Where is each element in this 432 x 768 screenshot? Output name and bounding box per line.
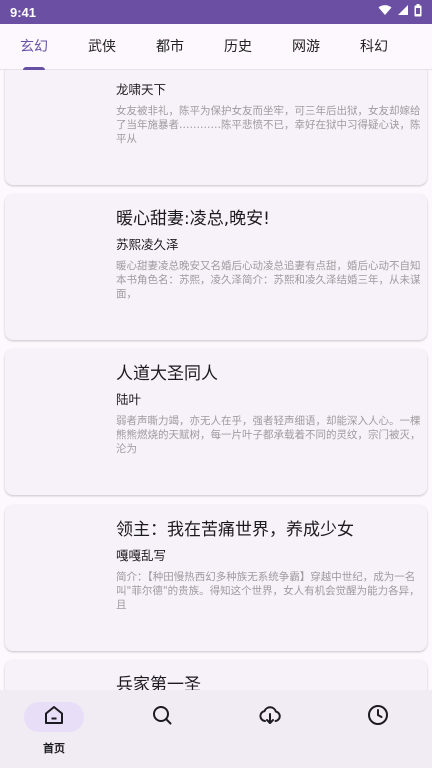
- bottom-navigation: 首页: [0, 690, 432, 768]
- book-author: 嘎嘎乱写: [116, 548, 167, 563]
- book-author: 龙啸天下: [116, 82, 167, 97]
- tab-dushi[interactable]: 都市: [136, 24, 204, 70]
- book-description: 女友被非礼，陈平为保护女友而坐牢，可三年后出狱，女友却嫁给了当年施暴者…………陈…: [116, 105, 421, 145]
- nav-search[interactable]: [108, 690, 216, 768]
- tab-wuxia[interactable]: 武侠: [68, 24, 136, 70]
- battery-icon: [414, 3, 422, 21]
- book-card[interactable]: 暖心甜妻:凌总,晚安! 苏熙凌久泽 暖心甜妻凌总晚安又名婚后心动凌总追妻有点甜，…: [5, 194, 427, 340]
- status-time: 9:41: [10, 4, 37, 20]
- download-icon: [258, 703, 282, 731]
- nav-home[interactable]: 首页: [0, 690, 108, 768]
- category-tabs: 玄幻 武侠 都市 历史 网游 科幻: [0, 24, 432, 70]
- book-description: 弱者声嘶力竭，亦无人在乎，强者轻声细语，却能深入人心。一棵熊熊燃烧的天赋树，每一…: [116, 415, 421, 455]
- nav-download[interactable]: [216, 690, 324, 768]
- book-card[interactable]: 兵家第一圣: [5, 660, 427, 690]
- book-card[interactable]: 人道大圣同人 陆叶 弱者声嘶力竭，亦无人在乎，强者轻声细语，却能深入人心。一棵熊…: [5, 349, 427, 495]
- signal-icon: [397, 4, 409, 20]
- tab-kehuan[interactable]: 科幻: [340, 24, 408, 70]
- tab-xuanhuan[interactable]: 玄幻: [0, 24, 68, 70]
- book-title: 兵家第一圣: [116, 675, 201, 690]
- book-title: 领主：我在苦痛世界，养成少女: [116, 520, 354, 540]
- book-description: 简介：【种田慢热西幻多种族无系统争霸】穿越中世纪，成为一名叫"菲尔德"的贵族。得…: [116, 571, 420, 611]
- book-title: 人道大圣同人: [116, 364, 218, 384]
- nav-history[interactable]: [324, 690, 432, 768]
- home-icon: [42, 703, 66, 731]
- book-author: 苏熙凌久泽: [116, 237, 179, 252]
- tab-wangyou[interactable]: 网游: [272, 24, 340, 70]
- nav-home-label: 首页: [43, 742, 65, 755]
- nav-home-indicator: [24, 702, 84, 732]
- status-bar: 9:41: [0, 0, 432, 24]
- tab-lishi[interactable]: 历史: [204, 24, 272, 70]
- book-description: 暖心甜妻凌总晚安又名婚后心动凌总追妻有点甜，婚后心动不自知本书角色名：苏熙，凌久…: [116, 260, 421, 300]
- wifi-icon: [378, 4, 392, 20]
- search-icon: [150, 703, 174, 731]
- book-list: 龙啸天下 女友被非礼，陈平为保护女友而坐牢，可三年后出狱，女友却嫁给了当年施暴者…: [0, 70, 432, 690]
- book-author: 陆叶: [116, 392, 142, 407]
- book-card[interactable]: 领主：我在苦痛世界，养成少女 嘎嘎乱写 简介：【种田慢热西幻多种族无系统争霸】穿…: [5, 505, 427, 651]
- status-icons: [378, 3, 422, 21]
- book-title: 暖心甜妻:凌总,晚安!: [116, 209, 270, 229]
- book-card[interactable]: 龙啸天下 女友被非礼，陈平为保护女友而坐牢，可三年后出狱，女友却嫁给了当年施暴者…: [5, 70, 427, 185]
- history-icon: [366, 703, 390, 731]
